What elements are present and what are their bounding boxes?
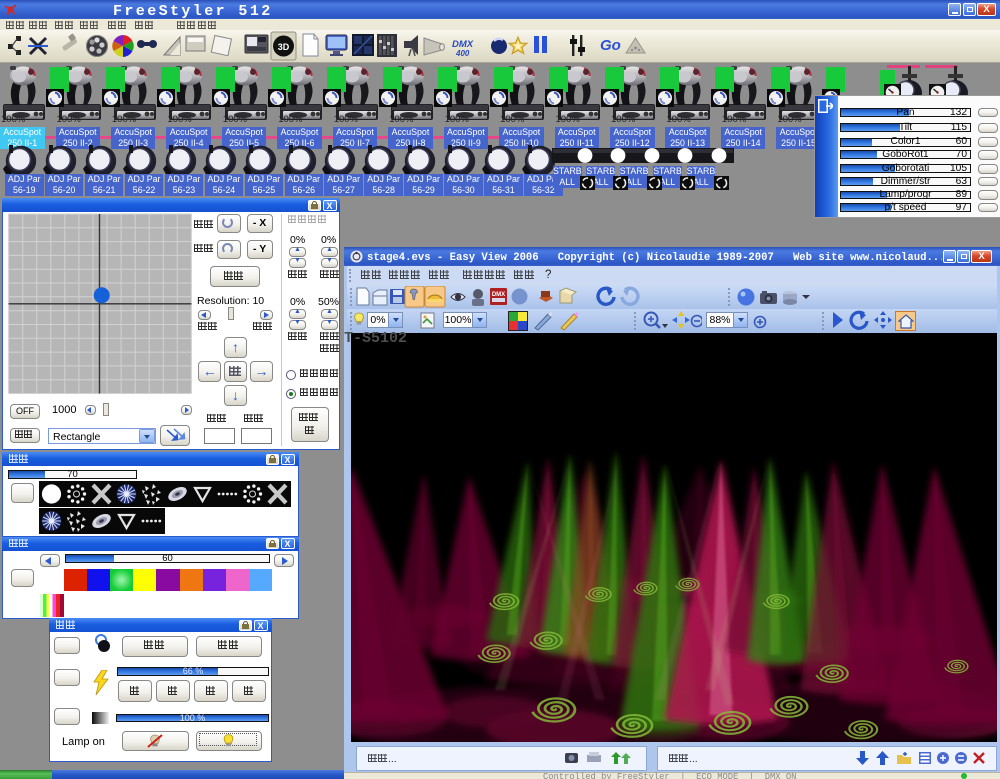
svg-text:400: 400 xyxy=(455,49,470,58)
svg-text:Go: Go xyxy=(600,37,621,54)
svg-text:DMX: DMX xyxy=(492,292,505,298)
